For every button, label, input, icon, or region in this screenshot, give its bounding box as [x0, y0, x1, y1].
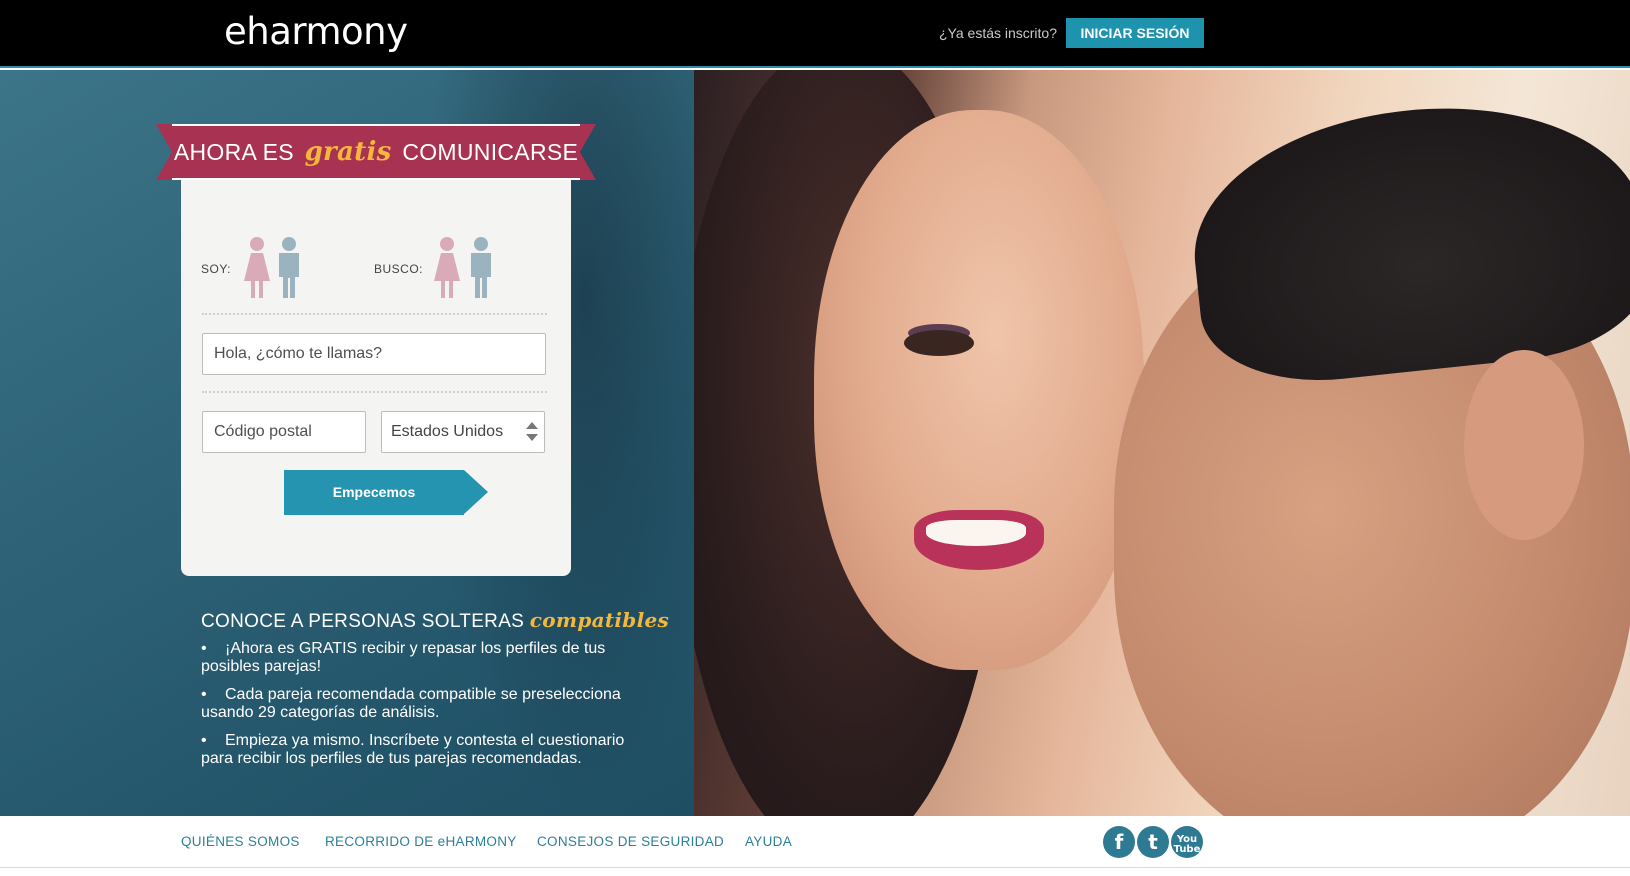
soy-male-icon[interactable]: [274, 236, 304, 300]
promo-highlight: gratis: [304, 137, 392, 167]
features-title-highlight: compatibles: [529, 608, 670, 632]
login-button[interactable]: INICIAR SESIÓN: [1066, 18, 1204, 48]
footer-link-help[interactable]: AYUDA: [745, 834, 792, 849]
zip-code-input[interactable]: [202, 411, 366, 453]
footer: QUIÉNES SOMOS RECORRIDO DE eHARMONY CONS…: [0, 816, 1630, 868]
start-button-arrow: [464, 470, 488, 514]
feature-item: • ¡Ahora es GRATIS recibir y repasar los …: [201, 640, 606, 675]
soy-label: SOY:: [201, 262, 232, 276]
features-title: CONOCE A PERSONAS SOLTERAS compatibles: [201, 608, 669, 633]
busco-male-icon[interactable]: [466, 236, 496, 300]
youtube-icon[interactable]: You Tube: [1171, 826, 1203, 858]
promo-suffix: COMUNICARSE: [402, 139, 579, 165]
feature-item: • Empieza ya mismo. Inscríbete y contesta…: [201, 732, 625, 767]
footer-link-tour[interactable]: RECORRIDO DE eHARMONY: [325, 834, 517, 849]
eharmony-logo[interactable]: eharmony: [224, 10, 408, 53]
busco-label: BUSCO:: [374, 262, 424, 276]
promo-prefix: AHORA ES: [173, 139, 294, 165]
facebook-icon[interactable]: f: [1103, 826, 1135, 858]
already-registered-text: ¿Ya estás inscrito?: [939, 25, 1058, 41]
name-input[interactable]: [202, 333, 546, 375]
couple-photo: [694, 70, 1630, 816]
start-button-label: Empecemos: [332, 484, 416, 500]
twitter-icon[interactable]: t: [1137, 826, 1169, 858]
top-header: eharmony ¿Ya estás inscrito? INICIAR SES…: [0, 0, 1630, 68]
photo-ear-man: [1464, 350, 1584, 540]
photo-hair-man: [1181, 87, 1630, 393]
divider: [202, 391, 547, 393]
features-title-prefix: CONOCE A PERSONAS SOLTERAS: [201, 611, 525, 632]
divider: [202, 313, 547, 315]
footer-link-safety[interactable]: CONSEJOS DE SEGURIDAD: [537, 834, 724, 849]
photo-smile-woman: [926, 520, 1026, 546]
soy-female-icon[interactable]: [242, 236, 272, 300]
busco-female-icon[interactable]: [432, 236, 462, 300]
promo-ribbon: AHORA ES gratis COMUNICARSE: [156, 124, 596, 180]
country-select[interactable]: Estados Unidos: [381, 411, 545, 453]
select-arrows-icon: [526, 422, 538, 444]
promo-text: AHORA ES gratis COMUNICARSE: [156, 137, 596, 167]
feature-item: • Cada pareja recomendada compatible se p…: [201, 686, 621, 721]
features-list: • ¡Ahora es GRATIS recibir y repasar los …: [201, 640, 651, 778]
photo-eye-woman: [904, 330, 974, 356]
photo-face-woman: [814, 110, 1144, 670]
country-value: Estados Unidos: [391, 423, 504, 440]
start-button[interactable]: Empecemos: [284, 470, 488, 515]
footer-link-about[interactable]: QUIÉNES SOMOS: [181, 834, 300, 849]
